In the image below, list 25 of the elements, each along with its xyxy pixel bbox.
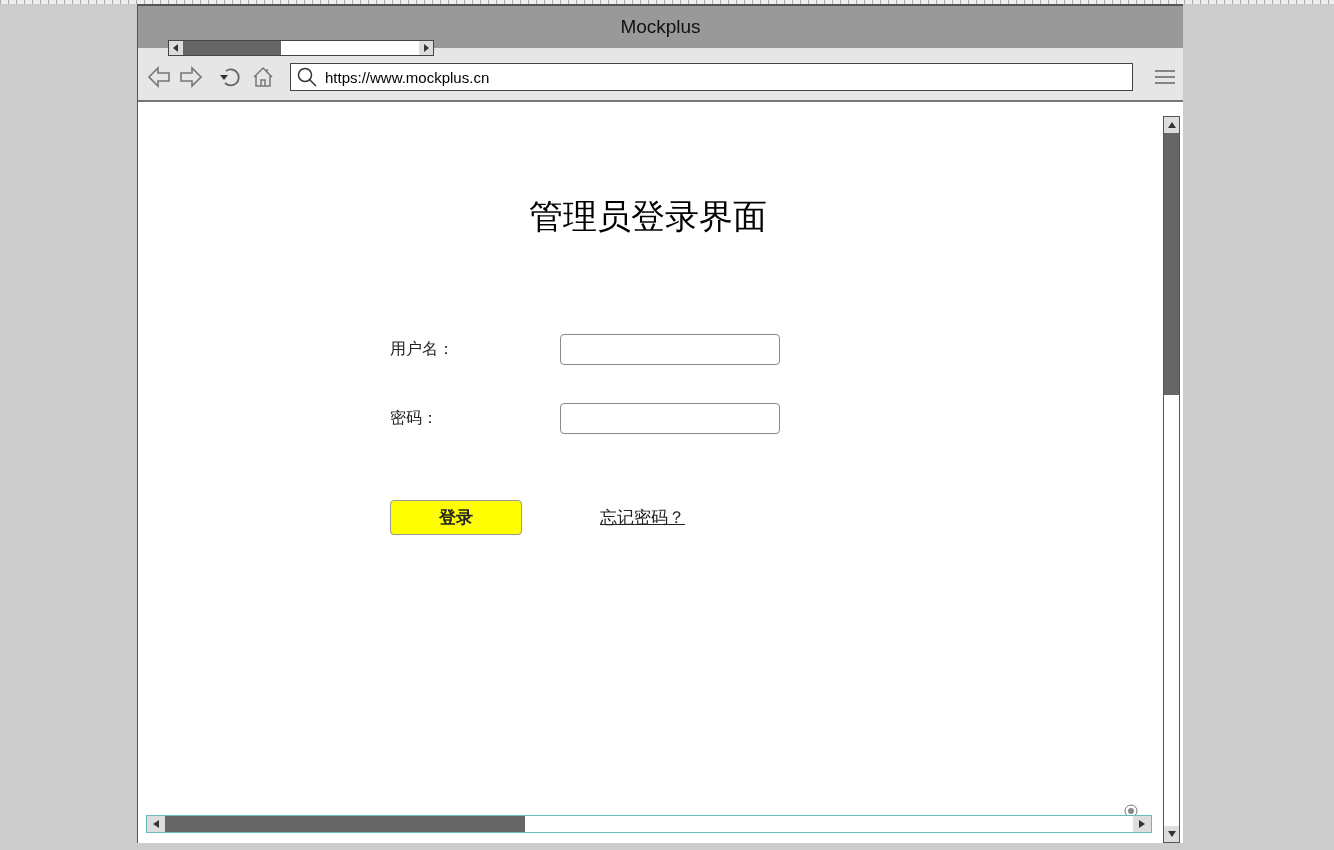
page-heading: 管理员登录界面	[529, 195, 767, 238]
window-title: Mockplus	[620, 16, 701, 38]
left-arrow-icon[interactable]	[172, 44, 180, 52]
forward-icon[interactable]	[180, 66, 202, 88]
left-arrow-icon[interactable]	[151, 819, 161, 829]
up-arrow-icon[interactable]	[1166, 120, 1177, 130]
vertical-scrollbar[interactable]	[1163, 116, 1180, 843]
scrollbar[interactable]	[168, 40, 434, 56]
forgot-password-link[interactable]: 忘记密码？	[600, 506, 685, 529]
menu-icon[interactable]	[1155, 69, 1175, 85]
right-arrow-icon[interactable]	[422, 44, 430, 52]
address-bar[interactable]: https://www.mockplus.cn	[290, 63, 1133, 91]
input-field[interactable]	[560, 334, 780, 365]
input-field[interactable]	[560, 403, 780, 434]
down-arrow-icon[interactable]	[1166, 829, 1177, 839]
right-arrow-icon[interactable]	[1137, 819, 1147, 829]
field-label: 用户名：	[390, 339, 454, 360]
horizontal-scrollbar[interactable]	[146, 815, 1152, 833]
target-icon	[1124, 804, 1138, 818]
search-icon	[297, 67, 317, 87]
login-button[interactable]: 登录	[390, 500, 522, 535]
field-label: 密码：	[390, 408, 438, 429]
back-icon[interactable]	[148, 66, 170, 88]
home-icon[interactable]	[252, 66, 274, 88]
reload-icon[interactable]	[218, 66, 242, 88]
